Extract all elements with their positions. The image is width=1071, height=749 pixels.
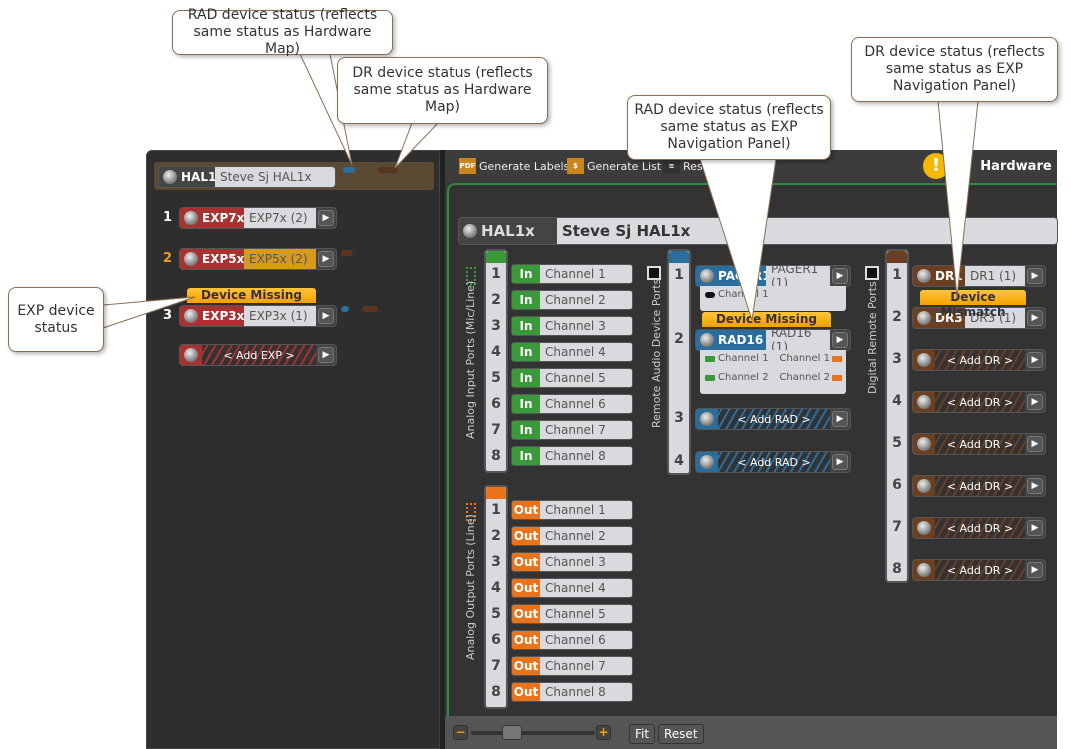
callout: DR device status (reflects same status a… (851, 37, 1058, 102)
callout-tail (937, 100, 979, 298)
callout-tail (699, 158, 777, 321)
callout-tail (394, 122, 440, 169)
callout: EXP device status (8, 287, 104, 352)
callout: DR device status (reflects same status a… (337, 57, 548, 124)
callout: RAD device status (reflects same status … (172, 7, 393, 57)
callout-tail (102, 296, 196, 329)
callout: RAD device status (reflects same status … (627, 95, 831, 160)
